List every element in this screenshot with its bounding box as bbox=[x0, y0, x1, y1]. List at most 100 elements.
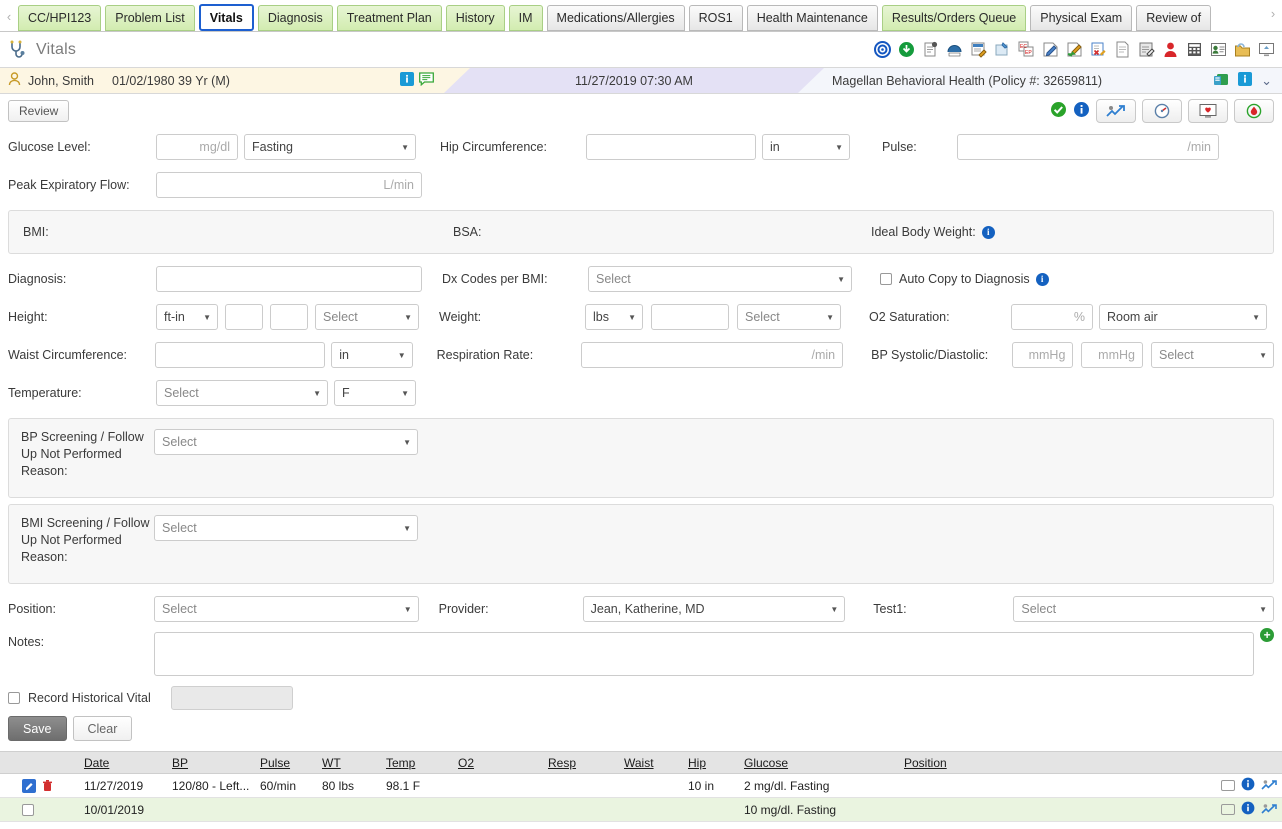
delete-row-icon[interactable] bbox=[40, 779, 54, 793]
pencil-back-icon[interactable] bbox=[1065, 40, 1084, 59]
info-blue-icon[interactable] bbox=[1238, 72, 1252, 89]
note-edit-icon[interactable] bbox=[969, 40, 988, 59]
weight-unit-select[interactable]: lbs▼ bbox=[585, 304, 643, 330]
temperature-select[interactable]: Select▼ bbox=[156, 380, 328, 406]
height-in-input[interactable] bbox=[270, 304, 308, 330]
clipboard-edit-icon[interactable] bbox=[1137, 40, 1156, 59]
clear-button[interactable]: Clear bbox=[73, 716, 133, 741]
auto-copy-checkbox[interactable] bbox=[880, 273, 892, 285]
column-header-wt[interactable]: WT bbox=[318, 752, 382, 774]
hip-unit-select[interactable]: in▼ bbox=[762, 134, 850, 160]
hip-input[interactable] bbox=[586, 134, 756, 160]
dx-codes-select[interactable]: Select▼ bbox=[588, 266, 852, 292]
record-historical-checkbox[interactable] bbox=[8, 692, 20, 704]
calculator-icon[interactable] bbox=[1185, 40, 1204, 59]
tabs-scroll-left-icon[interactable]: ‹ bbox=[2, 1, 16, 31]
provider-select[interactable]: Jean, Katherine, MD▼ bbox=[583, 596, 846, 622]
save-button[interactable]: Save bbox=[8, 716, 67, 741]
weight-method-select[interactable]: Select▼ bbox=[737, 304, 841, 330]
temperature-unit-select[interactable]: F▼ bbox=[334, 380, 416, 406]
sticky-note-icon[interactable] bbox=[993, 40, 1012, 59]
column-header-waist[interactable]: Waist bbox=[620, 752, 684, 774]
peak-flow-input[interactable]: L/min bbox=[156, 172, 422, 198]
bp-screening-select[interactable]: Select▼ bbox=[154, 429, 418, 455]
bp-diastolic-input[interactable]: mmHg bbox=[1081, 342, 1143, 368]
table-row[interactable]: 10/01/201910 mg/dl. Fasting bbox=[0, 798, 1282, 822]
tab-results-orders-queue[interactable]: Results/Orders Queue bbox=[882, 5, 1026, 31]
select-row-checkbox[interactable] bbox=[22, 804, 34, 816]
growth-chart-icon[interactable] bbox=[1261, 802, 1278, 818]
column-header-temp[interactable]: Temp bbox=[382, 752, 454, 774]
tab-history[interactable]: History bbox=[446, 5, 505, 31]
diagnosis-input[interactable] bbox=[156, 266, 422, 292]
tabs-scroll-right-icon[interactable]: › bbox=[1266, 0, 1280, 28]
waist-input[interactable] bbox=[155, 342, 326, 368]
comment-green-icon[interactable] bbox=[419, 72, 434, 89]
target-icon[interactable] bbox=[873, 40, 892, 59]
folder-upload-icon[interactable] bbox=[1233, 40, 1252, 59]
edit-row-icon[interactable] bbox=[22, 779, 36, 793]
column-header-date[interactable]: Date bbox=[80, 752, 168, 774]
info-blue-icon[interactable] bbox=[1241, 801, 1255, 818]
weight-input[interactable] bbox=[651, 304, 729, 330]
bmi-screening-select[interactable]: Select▼ bbox=[154, 515, 418, 541]
tab-medications-allergies[interactable]: Medications/Allergies bbox=[547, 5, 685, 31]
respiration-input[interactable]: /min bbox=[581, 342, 843, 368]
column-header-position[interactable]: Position bbox=[900, 752, 1020, 774]
monitor-upload-icon[interactable] bbox=[1257, 40, 1276, 59]
growth-chart-icon[interactable] bbox=[1261, 778, 1278, 794]
monitor-heart-button[interactable] bbox=[1188, 99, 1228, 123]
tab-review-of[interactable]: Review of bbox=[1136, 5, 1211, 31]
tab-physical-exam[interactable]: Physical Exam bbox=[1030, 5, 1132, 31]
column-header-pulse[interactable]: Pulse bbox=[256, 752, 318, 774]
info-blue-icon[interactable] bbox=[1241, 777, 1255, 794]
cancel-rx-icon[interactable] bbox=[1089, 40, 1108, 59]
info-icon[interactable]: i bbox=[1036, 273, 1049, 286]
contact-card-icon[interactable] bbox=[1209, 40, 1228, 59]
column-header-bp[interactable]: BP bbox=[168, 752, 256, 774]
o2-source-select[interactable]: Room air▼ bbox=[1099, 304, 1267, 330]
tab-treatment-plan[interactable]: Treatment Plan bbox=[337, 5, 442, 31]
notes-textarea[interactable] bbox=[154, 632, 1254, 676]
waist-unit-select[interactable]: in▼ bbox=[331, 342, 412, 368]
comment-icon[interactable] bbox=[1221, 804, 1235, 815]
info-icon[interactable]: i bbox=[982, 226, 995, 239]
tab-diagnosis[interactable]: Diagnosis bbox=[258, 5, 333, 31]
column-header-resp[interactable]: Resp bbox=[544, 752, 620, 774]
column-header-o2[interactable]: O2 bbox=[454, 752, 544, 774]
table-row[interactable]: 11/27/2019120/80 - Left...60/min80 lbs98… bbox=[0, 774, 1282, 798]
o2-saturation-input[interactable]: % bbox=[1011, 304, 1093, 330]
column-header-hip[interactable]: Hip bbox=[684, 752, 740, 774]
check-green-icon[interactable] bbox=[1050, 101, 1067, 121]
mu-icon[interactable] bbox=[945, 40, 964, 59]
bp-site-select[interactable]: Select▼ bbox=[1151, 342, 1274, 368]
info-blue-icon[interactable] bbox=[1073, 101, 1090, 121]
historical-date-input[interactable] bbox=[171, 686, 293, 710]
tab-cc-hpi123[interactable]: CC/HPI123 bbox=[18, 5, 101, 31]
height-unit-select[interactable]: ft-in▼ bbox=[156, 304, 218, 330]
tab-problem-list[interactable]: Problem List bbox=[105, 5, 194, 31]
position-select[interactable]: Select▼ bbox=[154, 596, 419, 622]
review-button[interactable]: Review bbox=[8, 100, 69, 122]
document-icon[interactable] bbox=[921, 40, 940, 59]
person-red-icon[interactable] bbox=[1161, 40, 1180, 59]
ec-ep-icon[interactable]: ECEP bbox=[1017, 40, 1036, 59]
page-icon[interactable] bbox=[1113, 40, 1132, 59]
tab-health-maintenance[interactable]: Health Maintenance bbox=[747, 5, 878, 31]
growth-chart-button[interactable] bbox=[1096, 99, 1136, 123]
patient-summary[interactable]: John, Smith 01/02/1980 39 Yr (M) bbox=[0, 68, 470, 93]
pulse-input[interactable]: /min bbox=[957, 134, 1219, 160]
column-header-glucose[interactable]: Glucose bbox=[740, 752, 900, 774]
test1-select[interactable]: Select▼ bbox=[1013, 596, 1274, 622]
glucose-state-select[interactable]: Fasting▼ bbox=[244, 134, 416, 160]
tab-vitals[interactable]: Vitals bbox=[199, 4, 254, 31]
comment-icon[interactable] bbox=[1221, 780, 1235, 791]
chevron-down-icon[interactable]: ⌄ bbox=[1261, 74, 1272, 87]
height-method-select[interactable]: Select▼ bbox=[315, 304, 419, 330]
add-note-icon[interactable]: + bbox=[1260, 628, 1274, 642]
bp-systolic-input[interactable]: mmHg bbox=[1012, 342, 1074, 368]
gauge-button[interactable] bbox=[1142, 99, 1182, 123]
glucose-input[interactable]: mg/dl bbox=[156, 134, 238, 160]
download-green-icon[interactable] bbox=[897, 40, 916, 59]
insurance-card-icon[interactable] bbox=[1213, 72, 1229, 90]
